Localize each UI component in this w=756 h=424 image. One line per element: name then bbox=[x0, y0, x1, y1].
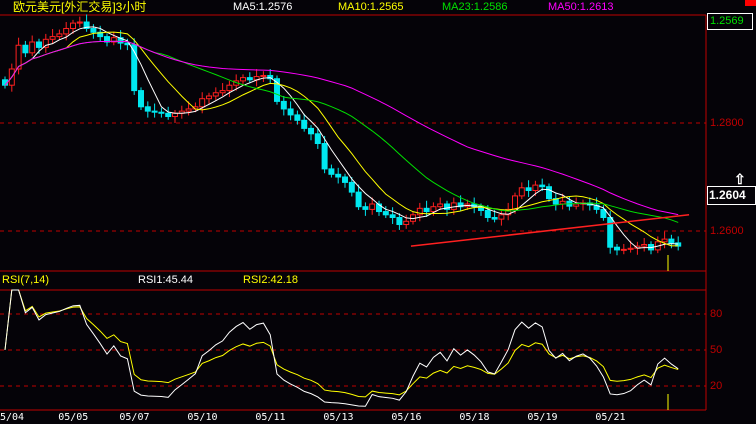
x-tick-label: 05/18 bbox=[459, 412, 490, 423]
candle-up bbox=[450, 202, 457, 210]
ma10-label: MA10:1.2565 bbox=[338, 1, 404, 13]
price-tick-label: 1.2800 bbox=[710, 117, 744, 129]
candle-down bbox=[525, 187, 532, 192]
candle-down bbox=[335, 173, 342, 178]
candle-down bbox=[90, 28, 97, 33]
rsi1-line bbox=[4, 289, 679, 407]
candle-up bbox=[369, 203, 376, 210]
candle-down bbox=[308, 127, 314, 135]
candle-up bbox=[70, 22, 76, 30]
candle-down bbox=[294, 114, 301, 121]
rsi2-value: RSI2:42.18 bbox=[243, 274, 299, 286]
candle-up bbox=[199, 98, 206, 108]
ma23-label: MA23:1.2586 bbox=[442, 1, 508, 13]
candle-up bbox=[212, 92, 219, 97]
ma50-label: MA50:1.2613 bbox=[548, 1, 614, 13]
candle-down bbox=[539, 184, 546, 188]
status-indicator bbox=[745, 0, 756, 6]
candle-down bbox=[614, 246, 620, 251]
candle-up bbox=[627, 247, 634, 250]
candle-down bbox=[546, 186, 552, 200]
candle-down bbox=[362, 206, 369, 210]
candle-down bbox=[484, 209, 491, 218]
chart-canvas bbox=[0, 14, 707, 411]
candle-down bbox=[321, 143, 328, 170]
up-arrow-icon: ⇧ bbox=[734, 171, 746, 187]
candle-up bbox=[76, 21, 83, 24]
candle-up bbox=[518, 187, 525, 197]
x-tick-label: 05/10 bbox=[187, 412, 218, 423]
candle-down bbox=[396, 217, 403, 226]
x-tick-label: 05/05 bbox=[58, 412, 89, 423]
rsi2-line bbox=[4, 289, 679, 398]
candle-up bbox=[620, 248, 627, 251]
candle-up bbox=[661, 238, 668, 243]
chart-title: 欧元美元[外汇交易]3小时 bbox=[13, 0, 147, 14]
ma23-line bbox=[4, 40, 679, 223]
candle-up bbox=[437, 203, 444, 208]
ma5-line bbox=[4, 26, 679, 249]
candle-down bbox=[348, 181, 355, 193]
candle-up bbox=[512, 195, 518, 210]
top-price-box: 1.2569 bbox=[707, 13, 753, 30]
rsi-label: RSI(7,14) bbox=[2, 274, 50, 286]
candle-down bbox=[301, 119, 308, 129]
candle-down bbox=[144, 106, 151, 112]
candle-up bbox=[29, 41, 36, 54]
trendline bbox=[410, 214, 690, 247]
candle-up bbox=[532, 184, 539, 192]
x-tick-label: 05/11 bbox=[255, 412, 286, 423]
candle-down bbox=[287, 108, 294, 116]
candle-down bbox=[138, 90, 144, 108]
candle-down bbox=[280, 100, 287, 110]
ma5-label: MA5:1.2576 bbox=[233, 1, 293, 13]
candle-down bbox=[423, 207, 430, 213]
candle-down bbox=[158, 111, 165, 114]
candle-up bbox=[185, 108, 192, 112]
candle-up bbox=[573, 203, 580, 207]
x-tick-label: 5/04 bbox=[0, 412, 25, 423]
ma50-line bbox=[4, 40, 679, 216]
rsi-tick-label: 50 bbox=[710, 344, 723, 356]
x-tick-label: 05/19 bbox=[527, 412, 558, 423]
candle-up bbox=[56, 33, 63, 38]
candle-up bbox=[49, 36, 56, 40]
candle-up bbox=[226, 84, 233, 92]
candle-up bbox=[219, 90, 226, 94]
price-tick-label: 1.2600 bbox=[710, 225, 744, 237]
candle-down bbox=[246, 77, 253, 81]
candle-down bbox=[355, 191, 362, 208]
candle-up bbox=[63, 28, 70, 35]
candle-up bbox=[430, 206, 437, 213]
x-tick-label: 05/16 bbox=[391, 412, 422, 423]
candle-down bbox=[607, 217, 614, 248]
x-tick-label: 05/07 bbox=[119, 412, 150, 423]
x-tick-label: 05/21 bbox=[595, 412, 626, 423]
candle-down bbox=[314, 133, 321, 145]
current-price-box: 1.2604 bbox=[707, 186, 756, 205]
candle-down bbox=[328, 168, 335, 175]
candle-down bbox=[22, 44, 29, 54]
candle-up bbox=[403, 220, 410, 226]
candle-up bbox=[498, 214, 505, 220]
candle-down bbox=[151, 110, 158, 113]
candle-down bbox=[165, 112, 172, 118]
candle-up bbox=[260, 74, 267, 78]
candle-down bbox=[342, 176, 348, 183]
rsi-tick-label: 20 bbox=[710, 380, 723, 392]
candle-up bbox=[206, 95, 212, 100]
candle-down bbox=[36, 41, 42, 48]
ma10-line bbox=[4, 31, 679, 247]
rsi-tick-label: 80 bbox=[710, 308, 723, 320]
candle-up bbox=[641, 244, 648, 247]
candle-down bbox=[382, 211, 389, 216]
candle-up bbox=[240, 77, 246, 82]
x-tick-label: 05/13 bbox=[323, 412, 354, 423]
candle-down bbox=[389, 214, 396, 219]
rsi1-value: RSI1:45.44 bbox=[138, 274, 194, 286]
candle-down bbox=[668, 238, 675, 244]
candle-down bbox=[491, 217, 498, 220]
candle-up bbox=[42, 38, 49, 48]
